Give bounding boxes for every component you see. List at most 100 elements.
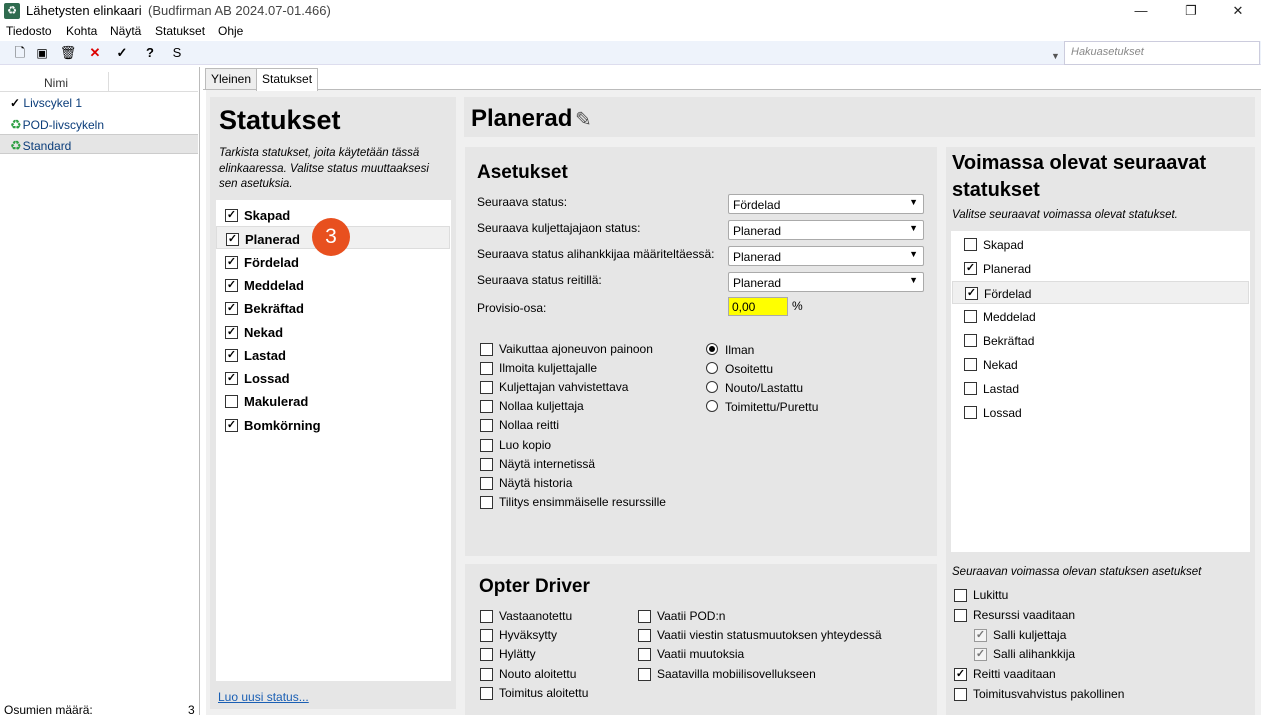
checkbox[interactable] <box>480 400 493 414</box>
status-item[interactable]: ✓ Bomkörning <box>216 413 450 436</box>
next-status-item[interactable]: Meddelad <box>952 305 1249 328</box>
next-status-item[interactable]: Skapad <box>952 233 1249 256</box>
menu-tiedosto[interactable]: Tiedosto <box>6 24 52 38</box>
maximize-button[interactable]: ❐ <box>1168 0 1214 22</box>
column-header-name[interactable]: Nimi <box>44 76 68 90</box>
new-document-icon[interactable]: 🗋 <box>11 44 29 62</box>
check-icon[interactable]: ✓ <box>113 44 131 62</box>
lifecycle-item[interactable]: ✓ Livscykel 1 <box>0 93 198 113</box>
lifecycle-item-selected[interactable]: ♻Standard <box>0 134 198 154</box>
new-status-link[interactable]: Luo uusi status... <box>218 690 309 704</box>
settings-checkbox[interactable]: Näytä internetissä <box>480 456 690 475</box>
opter-checkbox[interactable]: Vaatii muutoksia <box>638 646 898 665</box>
checkbox[interactable]: ✓ <box>965 287 978 300</box>
lifecycle-item[interactable]: ♻POD-livscykeln <box>0 114 198 134</box>
radio-button[interactable] <box>706 400 718 412</box>
search-input[interactable]: Hakuasetukset <box>1064 41 1260 65</box>
minimize-button[interactable]: — <box>1118 0 1164 22</box>
status-dropdown[interactable]: Planerad ▼ <box>728 246 924 266</box>
next-status-setting[interactable]: Resurssi vaaditaan <box>954 607 1214 626</box>
checkbox[interactable] <box>480 648 493 662</box>
column-header[interactable] <box>0 72 198 92</box>
checkbox[interactable] <box>964 382 977 395</box>
radio-button[interactable] <box>706 362 718 374</box>
checkbox[interactable]: ✓ <box>225 418 238 432</box>
checkbox[interactable]: ✓ <box>964 262 977 275</box>
status-item[interactable]: ✓ Nekad <box>216 320 450 343</box>
opter-checkbox[interactable]: Vaatii POD:n <box>638 608 898 627</box>
menu-nayta[interactable]: Näytä <box>110 24 141 38</box>
settings-radio[interactable]: Toimitettu/Purettu <box>706 399 846 418</box>
checkbox[interactable]: ✓ <box>954 668 967 682</box>
opter-checkbox[interactable]: Nouto aloitettu <box>480 666 630 685</box>
checkbox[interactable] <box>480 667 493 681</box>
next-status-setting[interactable]: Lukittu <box>954 587 1214 606</box>
next-status-setting[interactable]: ✓ Salli alihankkija <box>974 646 1234 665</box>
checkbox[interactable] <box>480 343 493 356</box>
status-item[interactable]: ✓ Bekräftad <box>216 296 450 319</box>
provisio-input[interactable]: 0,00 <box>728 297 788 316</box>
status-dropdown[interactable]: Planerad ▼ <box>728 272 924 292</box>
tab-yleinen[interactable]: Yleinen <box>205 68 258 90</box>
next-status-setting[interactable]: ✓ Salli kuljettaja <box>974 627 1234 646</box>
next-status-item[interactable]: Lastad <box>952 377 1249 400</box>
s-button[interactable]: S <box>168 44 186 62</box>
checkbox[interactable] <box>480 476 493 490</box>
opter-checkbox[interactable]: Toimitus aloitettu <box>480 685 630 704</box>
help-icon[interactable]: ? <box>141 44 159 62</box>
status-item[interactable]: ✓ Meddelad <box>216 273 450 296</box>
checkbox[interactable]: ✓ <box>974 648 987 662</box>
settings-radio[interactable]: Nouto/Lastattu <box>706 380 846 399</box>
settings-radio[interactable]: Osoitettu <box>706 361 846 380</box>
opter-checkbox[interactable]: Vastaanotettu <box>480 608 630 627</box>
checkbox[interactable] <box>480 686 493 700</box>
opter-checkbox[interactable]: Hyväksytty <box>480 627 630 646</box>
checkbox[interactable] <box>638 629 651 643</box>
status-dropdown[interactable]: Planerad ▼ <box>728 220 924 240</box>
checkbox[interactable] <box>954 608 967 622</box>
settings-radio[interactable]: Ilman <box>706 342 846 361</box>
checkbox[interactable]: ✓ <box>225 372 238 386</box>
opter-checkbox[interactable]: Saatavilla mobiilisovellukseen <box>638 666 898 685</box>
checkbox[interactable] <box>480 457 493 471</box>
tab-statukset[interactable]: Statukset <box>256 68 319 91</box>
checkbox[interactable] <box>480 495 493 509</box>
next-status-item[interactable]: ✓ Planerad <box>952 257 1249 280</box>
settings-checkbox[interactable]: Luo kopio <box>480 437 690 456</box>
settings-checkbox[interactable]: Kuljettajan vahvistettava <box>480 379 690 398</box>
radio-button[interactable] <box>706 381 718 393</box>
settings-checkbox[interactable]: Ilmoita kuljettajalle <box>480 360 690 379</box>
status-item[interactable]: Makulerad <box>216 389 450 412</box>
settings-checkbox[interactable]: Näytä historia <box>480 475 690 494</box>
checkbox[interactable] <box>964 310 977 323</box>
checkbox[interactable]: ✓ <box>974 628 987 642</box>
checkbox[interactable]: ✓ <box>226 233 239 247</box>
checkbox[interactable] <box>964 238 977 251</box>
delete-icon[interactable]: ✕ <box>86 44 104 62</box>
checkbox[interactable] <box>480 610 493 623</box>
next-status-setting[interactable]: Toimitusvahvistus pakollinen <box>954 686 1214 705</box>
menu-ohje[interactable]: Ohje <box>218 24 243 38</box>
checkbox[interactable] <box>964 358 977 371</box>
settings-checkbox[interactable]: Nollaa reitti <box>480 417 690 436</box>
checkbox[interactable] <box>954 688 967 701</box>
checkbox[interactable]: ✓ <box>225 209 238 222</box>
menu-statukset[interactable]: Statukset <box>155 24 205 38</box>
checkbox[interactable]: ✓ <box>225 325 238 339</box>
next-status-item[interactable]: Lossad <box>952 401 1249 424</box>
status-item[interactable]: ✓ Lastad <box>216 343 450 366</box>
next-status-item[interactable]: ✓ Fördelad <box>952 281 1249 304</box>
checkbox[interactable] <box>480 381 493 395</box>
settings-checkbox[interactable]: Nollaa kuljettaja <box>480 398 690 417</box>
settings-checkbox[interactable]: Tilitys ensimmäiselle resurssille <box>480 494 690 513</box>
search-dropdown-icon[interactable]: ▼ <box>1051 51 1060 61</box>
status-dropdown[interactable]: Fördelad ▼ <box>728 194 924 214</box>
checkbox[interactable] <box>964 406 977 419</box>
settings-checkbox[interactable]: Vaikuttaa ajoneuvon painoon <box>480 341 690 360</box>
menu-kohta[interactable]: Kohta <box>66 24 97 38</box>
opter-checkbox[interactable]: Hylätty <box>480 646 630 665</box>
checkbox[interactable] <box>225 395 238 409</box>
checkbox[interactable] <box>480 438 493 452</box>
checkbox[interactable] <box>480 629 493 643</box>
checkbox[interactable] <box>964 334 977 347</box>
